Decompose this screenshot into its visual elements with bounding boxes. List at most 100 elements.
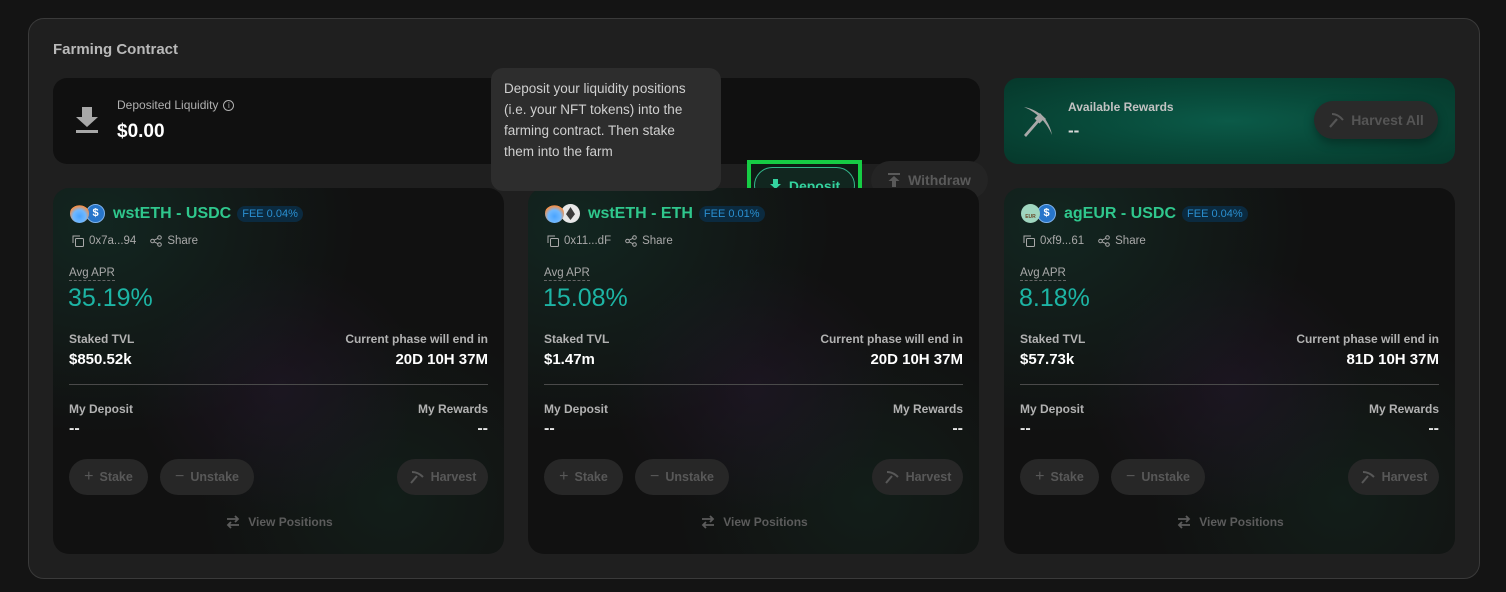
phase-value: 81D 10H 37M (1346, 351, 1439, 368)
harvest-button[interactable]: Harvest (397, 459, 488, 495)
farm-header: EUR $ agEUR - USDC FEE 0.04% (1021, 204, 1248, 223)
deposited-liquidity-value: $0.00 (117, 121, 165, 142)
unstake-label: Unstake (1141, 470, 1190, 484)
share-label: Share (1115, 235, 1146, 247)
farm-links: 0xf9...61 Share (1023, 235, 1146, 247)
farm-card: wstETH - ETH FEE 0.01% 0x11...dF Share A… (528, 188, 979, 554)
view-positions-link[interactable]: View Positions (53, 515, 504, 529)
phase-label: Current phase will end in (345, 332, 488, 346)
divider (544, 384, 963, 385)
copy-address-button[interactable]: 0x11...dF (547, 235, 611, 247)
stake-button[interactable]: + Stake (544, 459, 623, 495)
stake-label: Stake (1050, 470, 1084, 484)
apr-value: 8.18% (1019, 284, 1090, 312)
harvest-button[interactable]: Harvest (1348, 459, 1439, 495)
share-icon (1098, 235, 1110, 247)
stake-label: Stake (574, 470, 608, 484)
phase-label: Current phase will end in (1296, 332, 1439, 346)
copy-icon (547, 235, 559, 247)
pair-name[interactable]: wstETH - USDC (113, 205, 231, 223)
share-label: Share (642, 235, 673, 247)
farm-header: wstETH - ETH FEE 0.01% (545, 204, 765, 223)
copy-icon (72, 235, 84, 247)
harvest-button[interactable]: Harvest (872, 459, 963, 495)
farming-contract-panel: Farming Contract Deposited Liquidity i $… (28, 18, 1480, 579)
apr-label[interactable]: Avg APR (544, 267, 590, 281)
tvl-label: Staked TVL (1020, 332, 1086, 346)
copy-address-button[interactable]: 0xf9...61 (1023, 235, 1084, 247)
fee-badge: FEE 0.01% (698, 205, 765, 222)
swap-arrows-icon (701, 515, 715, 529)
available-rewards-label: Available Rewards (1068, 100, 1174, 114)
farm-card: EUR $ agEUR - USDC FEE 0.04% 0xf9...61 S… (1004, 188, 1455, 554)
plus-icon: + (1035, 468, 1045, 485)
address: 0xf9...61 (1040, 235, 1085, 247)
farm-header: $ wstETH - USDC FEE 0.04% (70, 204, 303, 223)
stake-button[interactable]: + Stake (1020, 459, 1099, 495)
my-rewards-label: My Rewards (1368, 402, 1439, 416)
divider (1020, 384, 1439, 385)
address: 0x11...dF (564, 235, 612, 247)
tvl-label: Staked TVL (544, 332, 610, 346)
phase-value: 20D 10H 37M (870, 351, 963, 368)
address: 0x7a...94 (89, 235, 137, 247)
unstake-button[interactable]: − Unstake (1111, 459, 1205, 495)
my-deposit-label: My Deposit (544, 402, 609, 416)
pickaxe-icon (1360, 471, 1375, 484)
wsteth-token-icon (70, 204, 89, 223)
farm-card: $ wstETH - USDC FEE 0.04% 0x7a...94 Shar… (53, 188, 504, 554)
deposited-liquidity-text: Deposited Liquidity (117, 98, 219, 112)
ageur-token-icon: EUR (1021, 204, 1040, 223)
tvl-label: Staked TVL (69, 332, 135, 346)
pickaxe-icon (409, 471, 424, 484)
minus-icon: − (175, 468, 185, 485)
view-positions-label: View Positions (723, 515, 808, 529)
divider (69, 384, 488, 385)
my-deposit-value: -- (69, 420, 80, 437)
info-icon[interactable]: i (223, 99, 235, 111)
share-icon (150, 235, 163, 247)
deposit-tooltip: Deposit your liquidity positions (i.e. y… (491, 68, 721, 191)
share-button[interactable]: Share (150, 235, 198, 247)
fee-badge: FEE 0.04% (237, 205, 303, 222)
fee-badge: FEE 0.04% (1182, 205, 1248, 222)
phase-value: 20D 10H 37M (395, 351, 488, 368)
minus-icon: − (650, 468, 660, 485)
unstake-label: Unstake (665, 470, 714, 484)
view-positions-link[interactable]: View Positions (528, 515, 979, 529)
share-button[interactable]: Share (625, 235, 673, 247)
swap-arrows-icon (226, 515, 240, 529)
apr-label[interactable]: Avg APR (1020, 267, 1066, 281)
share-label: Share (167, 235, 199, 247)
copy-address-button[interactable]: 0x7a...94 (72, 235, 136, 247)
harvest-label: Harvest (905, 470, 952, 484)
farm-links: 0x11...dF Share (547, 235, 673, 247)
apr-label[interactable]: Avg APR (69, 267, 115, 281)
apr-value: 35.19% (68, 284, 153, 312)
my-deposit-label: My Deposit (69, 402, 134, 416)
share-button[interactable]: Share (1098, 235, 1146, 247)
view-positions-link[interactable]: View Positions (1004, 515, 1455, 529)
plus-icon: + (559, 468, 569, 485)
share-icon (625, 235, 637, 247)
tvl-value: $1.47m (544, 351, 595, 368)
stake-button[interactable]: + Stake (69, 459, 148, 495)
pickaxe-icon (1024, 107, 1052, 137)
my-rewards-label: My Rewards (892, 402, 963, 416)
download-icon (76, 107, 98, 133)
my-rewards-label: My Rewards (417, 402, 488, 416)
my-deposit-label: My Deposit (1020, 402, 1085, 416)
harvest-all-button[interactable]: Harvest All (1314, 101, 1438, 139)
unstake-label: Unstake (190, 470, 239, 484)
phase-label: Current phase will end in (820, 332, 963, 346)
my-deposit-value: -- (544, 420, 555, 437)
tvl-value: $57.73k (1020, 351, 1075, 368)
my-rewards-value: -- (952, 420, 963, 437)
pair-name[interactable]: agEUR - USDC (1064, 205, 1176, 223)
unstake-button[interactable]: − Unstake (635, 459, 729, 495)
pair-name[interactable]: wstETH - ETH (588, 205, 693, 223)
pickaxe-icon (1329, 113, 1344, 128)
copy-icon (1023, 235, 1035, 247)
unstake-button[interactable]: − Unstake (160, 459, 254, 495)
my-deposit-value: -- (1020, 420, 1031, 437)
